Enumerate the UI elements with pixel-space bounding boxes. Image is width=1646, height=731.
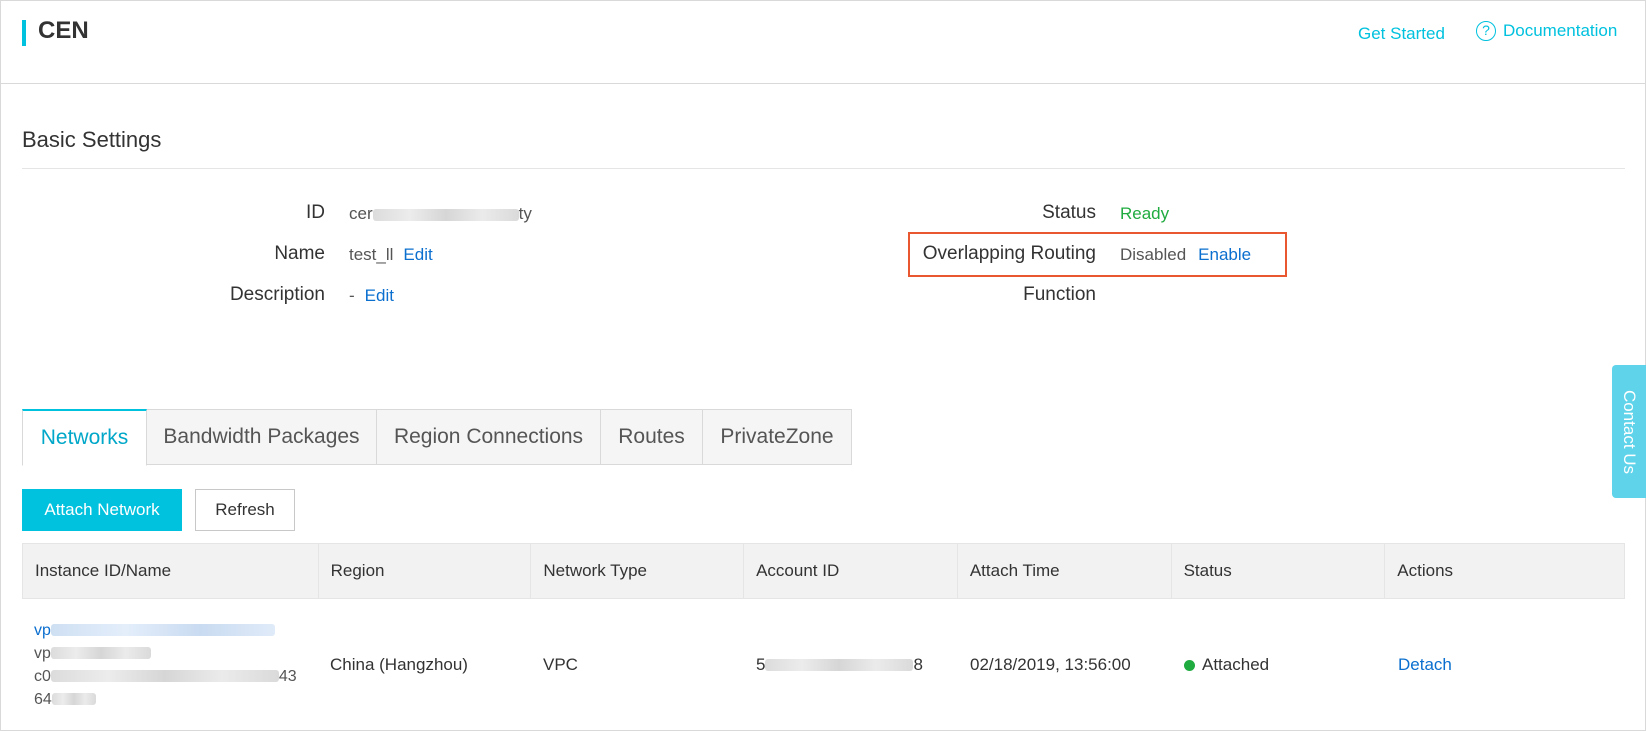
- networks-table: Instance ID/Name Region Network Type Acc…: [22, 543, 1625, 731]
- function-label: Function: [1023, 284, 1096, 305]
- table-header: Instance ID/Name Region Network Type Acc…: [22, 543, 1625, 599]
- col-attach-time: Attach Time: [958, 544, 1172, 598]
- col-network-type: Network Type: [531, 544, 745, 598]
- description-value-row: - Edit: [349, 286, 394, 306]
- instance-extra-2-prefix: 64: [34, 690, 52, 708]
- edit-description-link[interactable]: Edit: [365, 286, 394, 305]
- instance-cell: vp vp c0 43 64: [22, 599, 318, 731]
- name-value: test_ll: [349, 245, 394, 264]
- col-region: Region: [319, 544, 532, 598]
- edit-name-link[interactable]: Edit: [403, 245, 432, 264]
- tab-bandwidth-packages[interactable]: Bandwidth Packages: [147, 409, 377, 465]
- account-id-cell: 58: [744, 599, 958, 731]
- instance-id-prefix: vp: [34, 621, 51, 639]
- name-label: Name: [274, 243, 325, 264]
- detach-link[interactable]: Detach: [1398, 655, 1452, 675]
- redacted-instance-extra: [50, 670, 279, 683]
- basic-settings-title: Basic Settings: [22, 127, 162, 152]
- section-divider: [22, 168, 1625, 169]
- tab-bar: Networks Bandwidth Packages Region Conne…: [22, 409, 852, 467]
- status-text: Attached: [1202, 655, 1270, 674]
- status-label: Status: [1042, 202, 1096, 223]
- documentation-link[interactable]: ? Documentation: [1476, 21, 1617, 41]
- page-header: CEN Get Started ? Documentation: [0, 0, 1646, 84]
- tab-privatezone[interactable]: PrivateZone: [703, 409, 852, 465]
- account-id-prefix: 5: [756, 655, 766, 674]
- col-instance: Instance ID/Name: [23, 544, 319, 598]
- instance-extra-prefix: c0: [34, 667, 51, 685]
- instance-extra-suffix: 43: [278, 667, 297, 685]
- status-value: Ready: [1120, 204, 1170, 223]
- tab-routes[interactable]: Routes: [601, 409, 703, 465]
- status-cell: Attached: [1172, 599, 1386, 731]
- table-row: vp vp c0 43 64 China (Hangzhou) VPC 58 02…: [22, 599, 1625, 731]
- contact-us-button[interactable]: Contact Us: [1612, 365, 1646, 498]
- tab-region-connections[interactable]: Region Connections: [377, 409, 601, 465]
- col-account-id: Account ID: [744, 544, 958, 598]
- redacted-instance-id: [50, 624, 275, 637]
- help-icon: ?: [1476, 21, 1496, 41]
- tab-networks[interactable]: Networks: [22, 409, 147, 466]
- highlight-box: [908, 232, 1287, 277]
- id-prefix: cer: [349, 204, 373, 223]
- redacted-id: [372, 208, 519, 221]
- contact-us-label: Contact Us: [1620, 389, 1639, 474]
- instance-extra: c0 43: [34, 667, 297, 687]
- title-accent-bar: [22, 20, 26, 46]
- attach-time-cell: 02/18/2019, 13:56:00: [970, 655, 1131, 674]
- col-status: Status: [1172, 544, 1386, 598]
- instance-extra-2: 64: [34, 690, 96, 710]
- actions-cell: Detach: [1386, 599, 1625, 731]
- documentation-label: Documentation: [1503, 21, 1618, 40]
- region-cell: China (Hangzhou): [330, 655, 468, 674]
- col-actions: Actions: [1397, 561, 1454, 580]
- redacted-account-id: [765, 659, 914, 671]
- get-started-link[interactable]: Get Started: [1358, 24, 1445, 44]
- instance-name-prefix: vp: [34, 644, 51, 662]
- id-value: cer ty: [349, 204, 532, 224]
- description-value: -: [349, 286, 355, 305]
- network-type-cell: VPC: [543, 655, 578, 674]
- id-label: ID: [306, 202, 325, 223]
- redacted-instance-name: [50, 647, 151, 660]
- id-suffix: ty: [518, 204, 532, 223]
- attach-network-button[interactable]: Attach Network: [22, 489, 182, 531]
- description-label: Description: [229, 284, 325, 305]
- instance-id-link[interactable]: vp: [34, 621, 275, 641]
- refresh-button[interactable]: Refresh: [195, 489, 295, 531]
- page-title: CEN: [38, 17, 89, 44]
- redacted-instance-extra-2: [51, 693, 96, 706]
- instance-name: vp: [34, 644, 151, 664]
- name-value-row: test_ll Edit: [349, 245, 433, 265]
- status-dot-icon: [1184, 659, 1195, 671]
- account-id-suffix: 8: [913, 655, 923, 674]
